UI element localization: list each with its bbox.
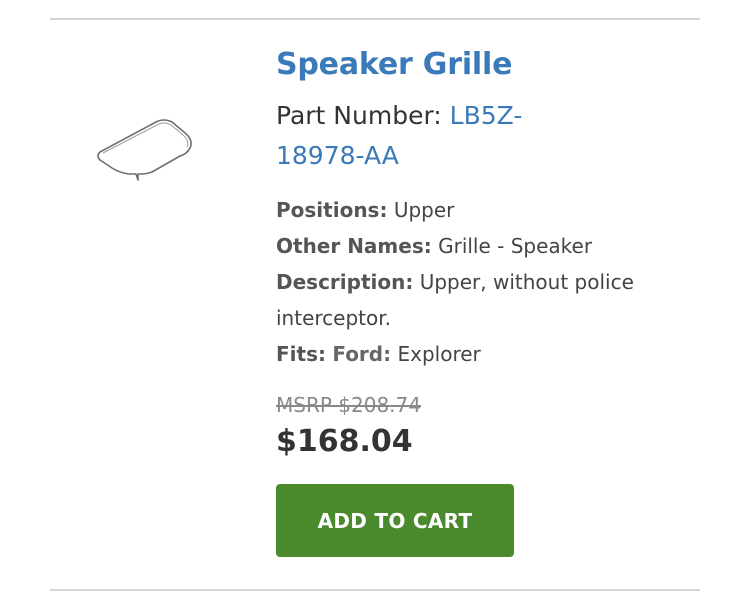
part-number-line: Part Number: LB5Z-18978-AA: [276, 96, 596, 176]
positions-row: Positions: Upper: [276, 192, 676, 228]
product-details: Speaker Grille Part Number: LB5Z-18978-A…: [276, 42, 676, 557]
description-label: Description:: [276, 270, 414, 294]
description-row: Description: Upper, without police inter…: [276, 264, 676, 336]
fits-label: Fits:: [276, 342, 326, 366]
sale-price: $168.04: [276, 424, 413, 459]
other-names-value: Grille - Speaker: [438, 234, 593, 258]
speaker-grille-outline-icon: [97, 119, 192, 181]
positions-label: Positions:: [276, 198, 388, 222]
product-card: Speaker Grille Part Number: LB5Z-18978-A…: [0, 0, 750, 597]
product-title-link[interactable]: Speaker Grille: [276, 42, 676, 88]
product-attributes: Positions: Upper Other Names: Grille - S…: [276, 192, 676, 372]
bottom-divider: [50, 589, 700, 591]
product-thumbnail[interactable]: [92, 112, 202, 188]
other-names-row: Other Names: Grille - Speaker: [276, 228, 676, 264]
add-to-cart-button[interactable]: ADD TO CART: [276, 484, 514, 557]
other-names-label: Other Names:: [276, 234, 432, 258]
part-number-label: Part Number:: [276, 101, 442, 130]
fits-row: Fits: Ford: Explorer: [276, 336, 676, 372]
fits-model: Explorer: [397, 342, 481, 366]
msrp-price: MSRP $208.74: [276, 393, 421, 417]
fits-make: Ford:: [332, 342, 392, 366]
top-divider: [50, 18, 700, 20]
positions-value: Upper: [393, 198, 455, 222]
